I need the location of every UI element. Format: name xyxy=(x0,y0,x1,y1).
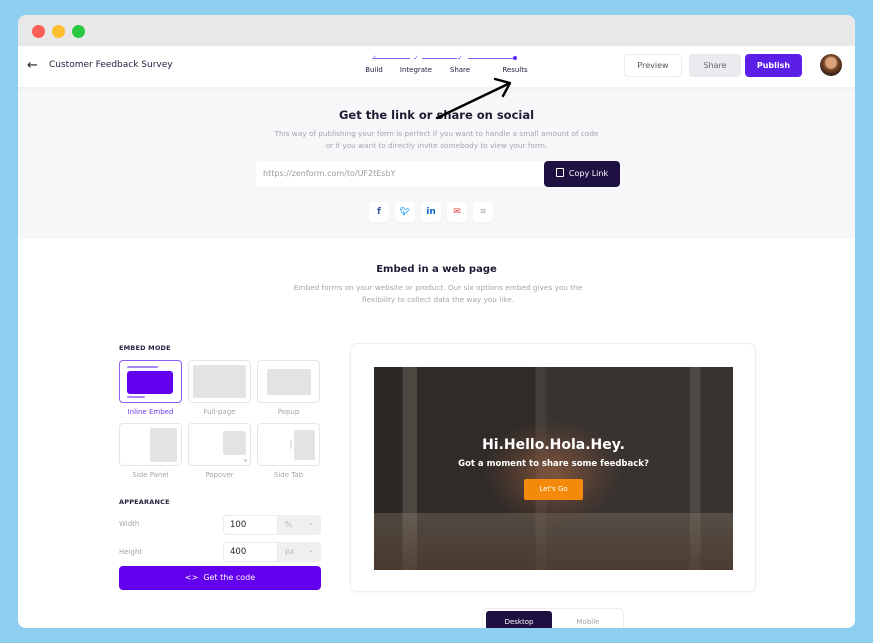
share-link-row: Copy Link xyxy=(256,161,620,187)
height-label: Height xyxy=(119,548,143,556)
chevron-down-icon[interactable]: ⌄ xyxy=(308,546,314,554)
embed-mode-label-side-panel: Side Panel xyxy=(132,471,169,479)
popup-block xyxy=(267,369,311,395)
embed-preview-card: Hi.Hello.Hola.Hey. Got a moment to share… xyxy=(350,343,756,592)
embed-mode-popup[interactable] xyxy=(257,360,320,403)
width-input[interactable] xyxy=(223,515,278,535)
full-page-block xyxy=(193,365,246,398)
width-field: % ⌄ xyxy=(223,515,321,535)
embed-mode-side-panel[interactable] xyxy=(119,423,182,466)
facebook-icon[interactable]: f xyxy=(369,202,389,222)
user-avatar[interactable] xyxy=(820,54,842,76)
inline-line-bottom xyxy=(127,396,145,398)
appearance-label: APPEARANCE xyxy=(119,498,170,506)
close-window-button[interactable] xyxy=(32,25,45,38)
linkedin-icon[interactable]: in xyxy=(421,202,441,222)
progress-stepper: ✓ Build ✓ Integrate ✓ Share Results xyxy=(338,53,538,81)
height-field: px ⌄ xyxy=(223,542,321,562)
embed-mode-label-popup: Popup xyxy=(277,408,300,416)
step-integrate[interactable]: ✓ Integrate xyxy=(391,53,441,74)
embed-mode-label-side-tab: Side Tab xyxy=(273,471,304,479)
check-icon: ✓ xyxy=(457,54,463,62)
embed-mode-label-inline: Inline Embed xyxy=(127,408,174,416)
inline-block xyxy=(127,371,173,394)
embed-mode-label-popover: Popover xyxy=(205,471,234,479)
check-icon: ✓ xyxy=(413,54,419,62)
mobile-tab[interactable]: Mobile xyxy=(555,611,621,628)
embed-mode-full-page[interactable] xyxy=(188,360,251,403)
arrow-left-icon[interactable]: ← xyxy=(27,58,38,73)
embed-mode-side-tab[interactable] xyxy=(257,423,320,466)
preview-heading: Hi.Hello.Hola.Hey. xyxy=(482,437,625,453)
share-button[interactable]: Share xyxy=(689,54,741,77)
side-tab-block xyxy=(294,430,315,460)
side-tab-handle xyxy=(290,440,292,449)
get-code-button[interactable]: <> Get the code xyxy=(119,566,321,590)
qr-code-icon[interactable]: ⌗ xyxy=(473,202,493,222)
embed-section: Embed in a web page Embed forms on your … xyxy=(18,239,855,628)
embed-mode-inline[interactable] xyxy=(119,360,182,403)
top-bar: ← Customer Feedback Survey ✓ Build ✓ Int… xyxy=(18,46,855,87)
chevron-down-icon[interactable]: ⌄ xyxy=(308,519,314,527)
copy-icon xyxy=(555,168,564,177)
embed-mode-label-full-page: Full-page xyxy=(203,408,236,416)
code-icon: <> xyxy=(184,573,199,582)
height-unit-select[interactable]: px xyxy=(285,547,294,556)
side-panel-block xyxy=(150,428,177,462)
maximize-window-button[interactable] xyxy=(72,25,85,38)
height-input[interactable] xyxy=(223,542,278,562)
share-title: Get the link or share on social xyxy=(338,108,535,122)
embed-mode-popover[interactable] xyxy=(188,423,251,466)
form-title: Customer Feedback Survey xyxy=(49,60,173,70)
title-bar xyxy=(18,15,855,46)
width-label: Width xyxy=(119,520,140,528)
copy-link-button[interactable]: Copy Link xyxy=(544,161,620,187)
publish-button[interactable]: Publish xyxy=(745,54,802,77)
popover-dot xyxy=(244,459,247,462)
app-window: ← Customer Feedback Survey ✓ Build ✓ Int… xyxy=(18,15,855,628)
social-share-row: f 🐦︎ in ✉ ⌗ xyxy=(369,199,499,222)
share-description: This way of publishing your form is perf… xyxy=(274,129,599,150)
embed-description: Embed forms on your website or product. … xyxy=(293,283,583,304)
embed-title: Embed in a web page xyxy=(376,264,497,275)
step-share[interactable]: ✓ Share xyxy=(435,53,485,74)
inline-line-top xyxy=(127,366,158,368)
twitter-icon[interactable]: 🐦︎ xyxy=(395,202,415,222)
current-step-dot-icon xyxy=(513,56,517,60)
preview-button[interactable]: Preview xyxy=(624,54,682,77)
preview-subheading: Got a moment to share some feedback? xyxy=(458,459,649,469)
embed-mode-label: EMBED MODE xyxy=(119,344,171,352)
lets-go-button[interactable]: Let's Go xyxy=(524,479,583,500)
step-results[interactable]: Results xyxy=(490,53,540,74)
width-unit-select[interactable]: % xyxy=(285,520,292,529)
minimize-window-button[interactable] xyxy=(52,25,65,38)
share-link-input[interactable] xyxy=(256,161,546,187)
email-icon[interactable]: ✉ xyxy=(447,202,467,222)
popover-block xyxy=(223,431,246,455)
form-preview: Hi.Hello.Hola.Hey. Got a moment to share… xyxy=(374,367,733,570)
share-link-section: Get the link or share on social This way… xyxy=(18,87,855,239)
desktop-tab[interactable]: Desktop xyxy=(486,611,552,628)
device-toggle: Desktop Mobile xyxy=(482,608,624,628)
